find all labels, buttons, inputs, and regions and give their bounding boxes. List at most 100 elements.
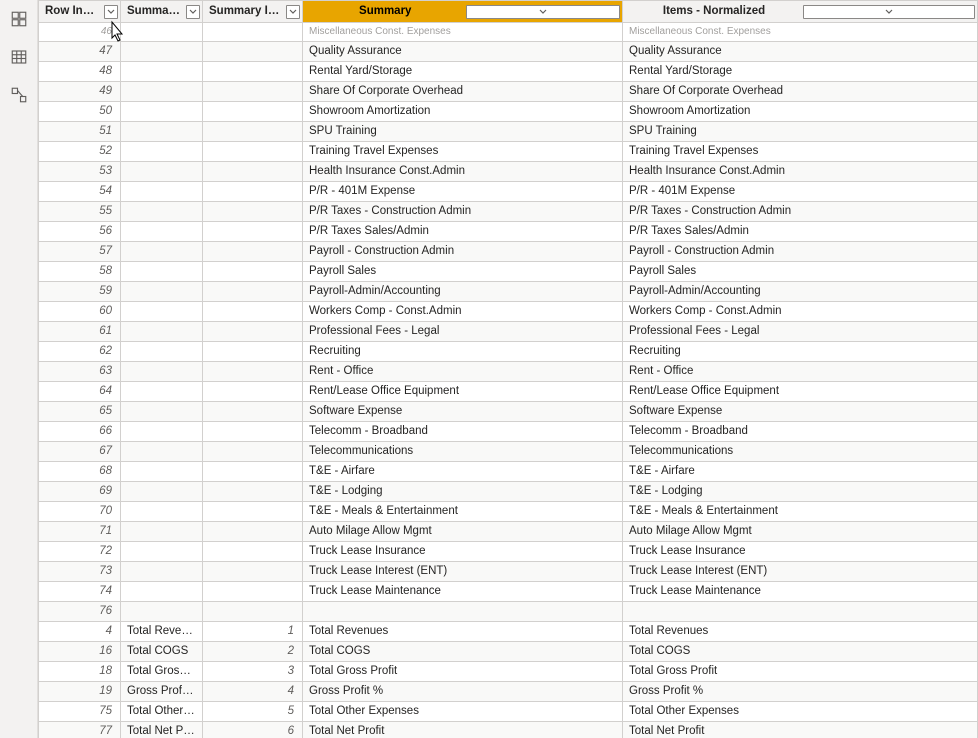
cell-items[interactable]: Quality Assurance [623,42,978,62]
data-grid-container[interactable]: Row IndexSummary 1Summary IndexSummaryIt… [38,0,978,738]
table-row[interactable]: 51SPU TrainingSPU Training [39,122,978,142]
cell-summary1[interactable] [121,442,203,462]
cell-rowIndex[interactable]: 16 [39,642,121,662]
cell-items[interactable]: Payroll-Admin/Accounting [623,282,978,302]
cell-rowIndex[interactable]: 75 [39,702,121,722]
cell-items[interactable]: Telecomm - Broadband [623,422,978,442]
cell-summary[interactable]: Gross Profit % [303,682,623,702]
cell-rowIndex[interactable]: 4 [39,622,121,642]
cell-rowIndex[interactable]: 59 [39,282,121,302]
column-header-rowIndex[interactable]: Row Index [39,1,121,23]
cell-items[interactable]: Rent - Office [623,362,978,382]
cell-summary[interactable]: Rent - Office [303,362,623,382]
cell-summary[interactable]: Training Travel Expenses [303,142,623,162]
table-row[interactable]: 63 Rent - OfficeRent - Office [39,362,978,382]
table-row[interactable]: 58Payroll SalesPayroll Sales [39,262,978,282]
column-filter-dropdown[interactable] [104,5,118,19]
table-row[interactable]: 49Share Of Corporate OverheadShare Of Co… [39,82,978,102]
cell-summaryIndex[interactable] [203,222,303,242]
cell-items[interactable]: Truck Lease Insurance [623,542,978,562]
cell-rowIndex[interactable]: 63 [39,362,121,382]
cell-summaryIndex[interactable] [203,542,303,562]
cell-summary[interactable]: Truck Lease Insurance [303,542,623,562]
cell-summary1[interactable] [121,142,203,162]
table-row[interactable]: 76 [39,602,978,622]
table-row[interactable]: 55P/R Taxes - Construction AdminP/R Taxe… [39,202,978,222]
cell-summary[interactable]: Payroll Sales [303,262,623,282]
cell-rowIndex[interactable]: 46 [39,23,121,42]
table-row[interactable]: 69T&E - LodgingT&E - Lodging [39,482,978,502]
cell-summary1[interactable] [121,602,203,622]
cell-summary1[interactable]: Total Other Expe [121,702,203,722]
cell-summary1[interactable] [121,242,203,262]
cell-summaryIndex[interactable] [203,482,303,502]
cell-rowIndex[interactable]: 49 [39,82,121,102]
cell-summary[interactable]: Rental Yard/Storage [303,62,623,82]
cell-summary[interactable]: Total Other Expenses [303,702,623,722]
cell-summary1[interactable] [121,322,203,342]
cell-items[interactable]: Training Travel Expenses [623,142,978,162]
cell-summary[interactable]: Truck Lease Interest (ENT) [303,562,623,582]
cell-rowIndex[interactable]: 52 [39,142,121,162]
cell-summary1[interactable]: Total Gross Profi [121,662,203,682]
cell-summary1[interactable] [121,202,203,222]
cell-summary[interactable]: SPU Training [303,122,623,142]
cell-summary1[interactable] [121,262,203,282]
cell-summaryIndex[interactable] [203,402,303,422]
cell-summary[interactable]: Quality Assurance [303,42,623,62]
cell-summary1[interactable] [121,402,203,422]
cell-summaryIndex[interactable]: 1 [203,622,303,642]
cell-summary1[interactable] [121,102,203,122]
cell-summaryIndex[interactable] [203,302,303,322]
cell-summaryIndex[interactable] [203,102,303,122]
cell-summaryIndex[interactable] [203,602,303,622]
table-row[interactable]: 48Rental Yard/StorageRental Yard/Storage [39,62,978,82]
table-row[interactable]: 56P/R Taxes Sales/AdminP/R Taxes Sales/A… [39,222,978,242]
table-row[interactable]: 59 Payroll-Admin/AccountingPayroll-Admin/… [39,282,978,302]
table-row[interactable]: 52 Training Travel ExpensesTraining Trave… [39,142,978,162]
table-row[interactable]: 19Gross Profit %4Gross Profit %Gross Pro… [39,682,978,702]
report-view-button[interactable] [6,6,32,32]
cell-rowIndex[interactable]: 77 [39,722,121,738]
table-row[interactable]: 47 Quality AssuranceQuality Assurance [39,42,978,62]
cell-rowIndex[interactable]: 47 [39,42,121,62]
column-filter-dropdown[interactable] [286,5,300,19]
cell-items[interactable]: Showroom Amortization [623,102,978,122]
cell-summary[interactable]: Payroll-Admin/Accounting [303,282,623,302]
cell-summary[interactable]: T&E - Meals & Entertainment [303,502,623,522]
cell-summary[interactable]: T&E - Airfare [303,462,623,482]
cell-summaryIndex[interactable] [203,342,303,362]
cell-summaryIndex[interactable] [203,202,303,222]
cell-rowIndex[interactable]: 66 [39,422,121,442]
cell-rowIndex[interactable]: 72 [39,542,121,562]
table-row[interactable]: 46Miscellaneous Const. ExpensesMiscellan… [39,23,978,42]
table-row[interactable]: 74Truck Lease MaintenanceTruck Lease Mai… [39,582,978,602]
cell-summary1[interactable] [121,162,203,182]
cell-summaryIndex[interactable] [203,162,303,182]
cell-rowIndex[interactable]: 60 [39,302,121,322]
cell-summary1[interactable] [121,122,203,142]
cell-items[interactable]: Professional Fees - Legal [623,322,978,342]
cell-summary[interactable]: P/R - 401M Expense [303,182,623,202]
cell-summaryIndex[interactable] [203,23,303,42]
table-row[interactable]: 75Total Other Expe5Total Other ExpensesT… [39,702,978,722]
table-row[interactable]: 77Total Net Profit6Total Net ProfitTotal… [39,722,978,738]
cell-summary1[interactable] [121,462,203,482]
cell-items[interactable]: Gross Profit % [623,682,978,702]
cell-rowIndex[interactable]: 73 [39,562,121,582]
cell-summary1[interactable]: Total Revenues [121,622,203,642]
table-row[interactable]: 72 Truck Lease InsuranceTruck Lease Insur… [39,542,978,562]
table-row[interactable]: 53Health Insurance Const.AdminHealth Ins… [39,162,978,182]
cell-summary[interactable]: Software Expense [303,402,623,422]
cell-summaryIndex[interactable] [203,442,303,462]
cell-summaryIndex[interactable] [203,422,303,442]
cell-summaryIndex[interactable] [203,262,303,282]
cell-rowIndex[interactable]: 67 [39,442,121,462]
cell-rowIndex[interactable]: 71 [39,522,121,542]
cell-summaryIndex[interactable] [203,82,303,102]
cell-items[interactable] [623,602,978,622]
cell-summaryIndex[interactable] [203,142,303,162]
cell-summary[interactable]: Total COGS [303,642,623,662]
cell-summaryIndex[interactable] [203,122,303,142]
cell-items[interactable]: Total COGS [623,642,978,662]
